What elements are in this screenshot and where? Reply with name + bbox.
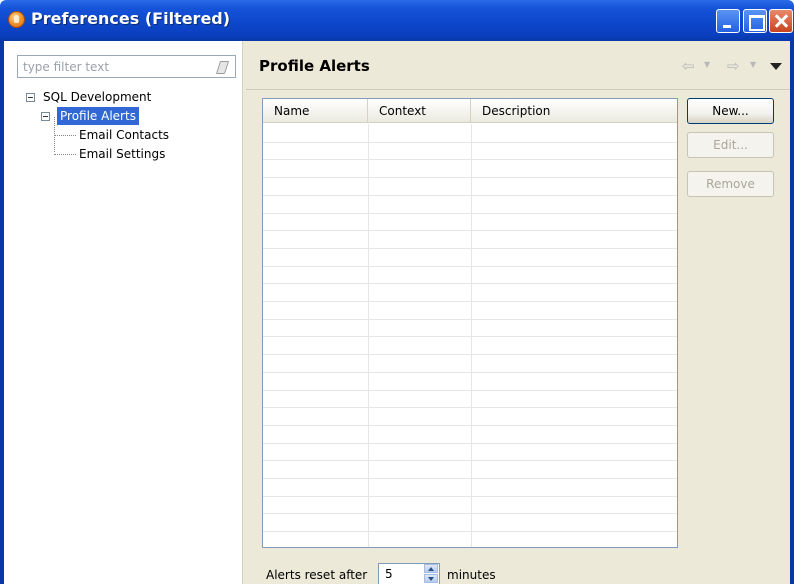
- table-row-line: [263, 265, 677, 267]
- column-header-description[interactable]: Description: [471, 99, 677, 123]
- table-row-line: [263, 194, 677, 196]
- table-row-line: [263, 247, 677, 249]
- alerts-reset-label: Alerts reset after: [266, 568, 368, 582]
- table-row-line: [263, 407, 677, 409]
- column-header-context[interactable]: Context: [368, 99, 471, 123]
- page-title: Profile Alerts: [259, 57, 370, 75]
- table-row-line: [263, 424, 677, 426]
- minimize-button[interactable]: [716, 9, 740, 33]
- table-row-line: [263, 531, 677, 533]
- window-frame-right: [790, 41, 794, 584]
- reset-minutes-input[interactable]: [379, 564, 423, 584]
- tree-item-label: Profile Alerts: [57, 107, 139, 125]
- filter-input[interactable]: [18, 56, 210, 77]
- table-row-line: [263, 389, 677, 391]
- table-row-line: [263, 442, 677, 444]
- view-menu-icon[interactable]: [770, 63, 782, 70]
- preference-page: Profile Alerts ⇦ ▼ ⇨ ▼ Name Context Desc…: [246, 41, 790, 584]
- page-navigation: ⇦ ▼ ⇨ ▼: [682, 59, 782, 75]
- new-button[interactable]: New...: [687, 98, 774, 124]
- divider: [246, 89, 790, 90]
- table-row-line: [263, 301, 677, 302]
- table-header: Name Context Description: [263, 99, 677, 123]
- tree-item-sql-development[interactable]: SQL Development: [24, 88, 234, 107]
- table-row-line: [263, 212, 677, 214]
- maximize-button[interactable]: [743, 9, 767, 33]
- table-row-line: [263, 230, 677, 232]
- tree-connector: [54, 117, 55, 152]
- table-row-line: [263, 141, 677, 143]
- collapse-icon[interactable]: [26, 93, 35, 102]
- back-dropdown-icon[interactable]: ▼: [704, 60, 710, 69]
- table-row-line: [263, 460, 677, 462]
- table-row-line: [263, 495, 677, 497]
- tree-item-label: SQL Development: [43, 90, 152, 104]
- column-header-name[interactable]: Name: [263, 99, 368, 123]
- edit-button[interactable]: Edit...: [687, 132, 774, 158]
- table-column-line: [368, 124, 369, 547]
- remove-button[interactable]: Remove: [687, 171, 774, 197]
- table-row-line: [263, 478, 677, 479]
- tree-item-email-settings[interactable]: Email Settings: [24, 145, 234, 164]
- back-arrow-icon[interactable]: ⇦: [682, 59, 695, 74]
- table-row-line: [263, 371, 677, 373]
- spin-up-icon[interactable]: [424, 564, 438, 573]
- preferences-tree: SQL Development Profile Alerts Email Con…: [24, 88, 234, 164]
- table-row-line: [263, 159, 677, 161]
- tree-item-label: Email Settings: [79, 147, 166, 161]
- spinner-buttons: [423, 564, 439, 584]
- close-button[interactable]: [769, 9, 793, 33]
- tree-connector: [54, 135, 76, 136]
- forward-arrow-icon[interactable]: ⇨: [727, 59, 740, 74]
- table-row-line: [263, 177, 677, 179]
- collapse-icon[interactable]: [41, 112, 50, 121]
- tree-connector: [54, 154, 76, 155]
- tree-item-email-contacts[interactable]: Email Contacts: [24, 126, 234, 145]
- clear-filter-icon[interactable]: [215, 61, 230, 74]
- table-body[interactable]: [263, 124, 677, 547]
- table-row-line: [263, 318, 677, 320]
- minutes-label: minutes: [447, 568, 496, 582]
- table-column-line: [471, 124, 472, 547]
- spin-down-icon[interactable]: [424, 574, 438, 583]
- table-row-line: [263, 283, 677, 285]
- app-icon: [8, 11, 25, 28]
- preferences-tree-pane: SQL Development Profile Alerts Email Con…: [4, 41, 242, 584]
- tree-item-label: Email Contacts: [79, 128, 170, 142]
- title-bar[interactable]: Preferences (Filtered): [0, 0, 794, 41]
- filter-box: [17, 55, 236, 78]
- table-row-line: [263, 336, 677, 338]
- alerts-table[interactable]: Name Context Description: [262, 98, 678, 548]
- tree-item-profile-alerts[interactable]: Profile Alerts: [24, 107, 234, 126]
- table-row-line: [263, 354, 677, 356]
- table-row-line: [263, 513, 677, 515]
- forward-dropdown-icon[interactable]: ▼: [750, 60, 756, 69]
- reset-minutes-spinner: [378, 563, 440, 584]
- window-title: Preferences (Filtered): [31, 9, 231, 28]
